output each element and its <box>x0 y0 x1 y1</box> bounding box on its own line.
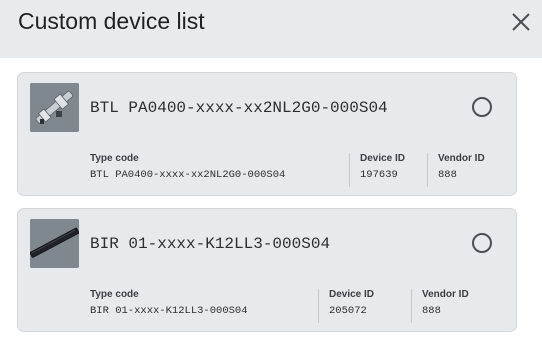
vendor-id-value: 888 <box>422 305 441 317</box>
custom-device-list-dialog: Custom device list BTL PA0400-xxxx-xx2NL… <box>0 0 542 364</box>
device-id-value: 205072 <box>329 305 367 317</box>
vendor-id-column: Vendor ID 888 <box>438 153 485 187</box>
type-code-value: BTL PA0400-xxxx-xx2NL2G0-000S04 <box>90 169 286 181</box>
device-list: BTL PA0400-xxxx-xx2NL2G0-000S04 Type cod… <box>0 58 542 364</box>
device-select-radio[interactable] <box>472 233 492 253</box>
column-divider <box>349 153 350 187</box>
vendor-id-value: 888 <box>438 169 457 181</box>
device-id-value: 197639 <box>360 169 398 181</box>
type-code-column: Type code BIR 01-xxxx-K12LL3-000S04 <box>90 289 248 323</box>
type-code-label: Type code <box>90 289 139 300</box>
type-code-column: Type code BTL PA0400-xxxx-xx2NL2G0-000S0… <box>90 153 285 187</box>
close-button[interactable] <box>508 9 534 35</box>
device-thumbnail <box>30 219 79 268</box>
column-divider <box>427 153 428 187</box>
device-name: BIR 01-xxxx-K12LL3-000S04 <box>90 235 331 253</box>
vendor-id-label: Vendor ID <box>422 289 469 300</box>
linear-transducer-image <box>30 83 79 132</box>
device-select-radio[interactable] <box>472 97 492 117</box>
close-icon <box>512 13 530 31</box>
dialog-title: Custom device list <box>18 8 205 34</box>
column-divider <box>411 289 412 323</box>
type-code-label: Type code <box>90 153 139 164</box>
vendor-id-column: Vendor ID 888 <box>422 289 469 323</box>
device-card[interactable]: BTL PA0400-xxxx-xx2NL2G0-000S04 Type cod… <box>17 72 517 196</box>
device-thumbnail <box>30 83 79 132</box>
column-divider <box>318 289 319 323</box>
device-card[interactable]: BIR 01-xxxx-K12LL3-000S04 Type code BIR … <box>17 208 517 332</box>
dialog-header: Custom device list <box>0 0 542 46</box>
device-id-label: Device ID <box>360 153 406 164</box>
type-code-value: BIR 01-xxxx-K12LL3-000S04 <box>90 305 248 317</box>
device-id-label: Device ID <box>329 289 375 300</box>
profile-sensor-image <box>30 219 79 268</box>
device-id-column: Device ID 205072 <box>329 289 374 323</box>
device-name: BTL PA0400-xxxx-xx2NL2G0-000S04 <box>90 99 388 117</box>
vendor-id-label: Vendor ID <box>438 153 485 164</box>
device-id-column: Device ID 197639 <box>360 153 405 187</box>
